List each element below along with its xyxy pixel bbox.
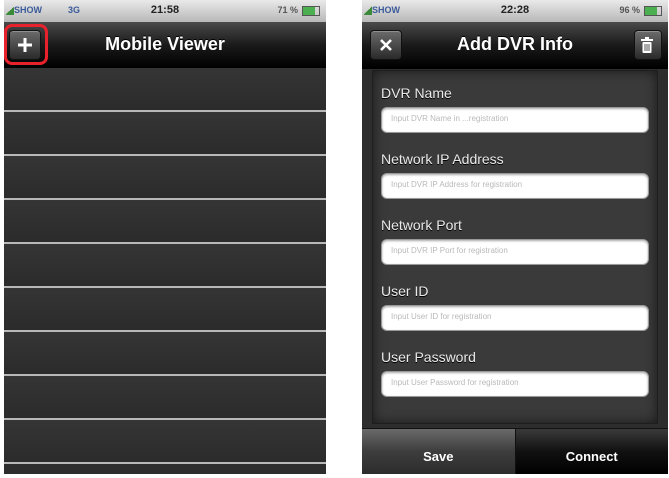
dvr-name-label: DVR Name [381, 85, 452, 101]
nav-bar: Add DVR Info [362, 22, 668, 69]
dvr-info-form: DVR Name Input DVR Name in ...registrati… [372, 70, 658, 424]
trash-icon [641, 37, 653, 53]
dvr-name-input[interactable]: Input DVR Name in ...registration [381, 107, 649, 133]
network-port-label: Network Port [381, 217, 462, 233]
list-item[interactable] [4, 156, 326, 200]
page-title: Add DVR Info [457, 34, 573, 54]
status-bar: SHOW 3G 21:58 71 % [4, 0, 326, 22]
user-id-label: User ID [381, 283, 429, 299]
user-password-label: User Password [381, 349, 476, 365]
network-port-input[interactable]: Input DVR IP Port for registration [381, 239, 649, 265]
status-bar: SHOW 22:28 96 % [362, 0, 668, 22]
network-ip-label: Network IP Address [381, 151, 504, 167]
mobile-viewer-screen: SHOW 3G 21:58 71 % Mobile Viewer [4, 0, 326, 474]
list-item[interactable] [4, 200, 326, 244]
dvr-list [4, 68, 326, 474]
network-ip-input[interactable]: Input DVR IP Address for registration [381, 173, 649, 199]
list-item[interactable] [4, 244, 326, 288]
save-button[interactable]: Save [362, 428, 516, 474]
user-password-placeholder: Input User Password for registration [391, 378, 519, 387]
battery-percent: 96 % [619, 5, 640, 15]
network-port-placeholder: Input DVR IP Port for registration [391, 246, 508, 255]
list-item[interactable] [4, 376, 326, 420]
network-ip-placeholder: Input DVR IP Address for registration [391, 180, 523, 189]
dvr-name-placeholder: Input DVR Name in ...registration [391, 114, 509, 123]
list-item[interactable] [4, 420, 326, 464]
bottom-toolbar: Save Connect [362, 428, 668, 474]
user-password-input[interactable]: Input User Password for registration [381, 371, 649, 397]
battery-percent: 71 % [277, 5, 298, 15]
user-id-input[interactable]: Input User ID for registration [381, 305, 649, 331]
page-title: Mobile Viewer [105, 34, 225, 54]
list-item[interactable] [4, 332, 326, 376]
user-id-placeholder: Input User ID for registration [391, 312, 492, 321]
add-dvr-info-screen: SHOW 22:28 96 % Add DVR Info DVR Name In… [362, 0, 668, 474]
list-item[interactable] [4, 112, 326, 156]
list-item[interactable] [4, 288, 326, 332]
nav-bar: Mobile Viewer [4, 22, 326, 69]
battery-icon [644, 6, 662, 16]
delete-button[interactable] [634, 30, 662, 60]
connect-button[interactable]: Connect [515, 428, 668, 474]
list-item[interactable] [4, 68, 326, 112]
battery-icon [302, 6, 320, 16]
